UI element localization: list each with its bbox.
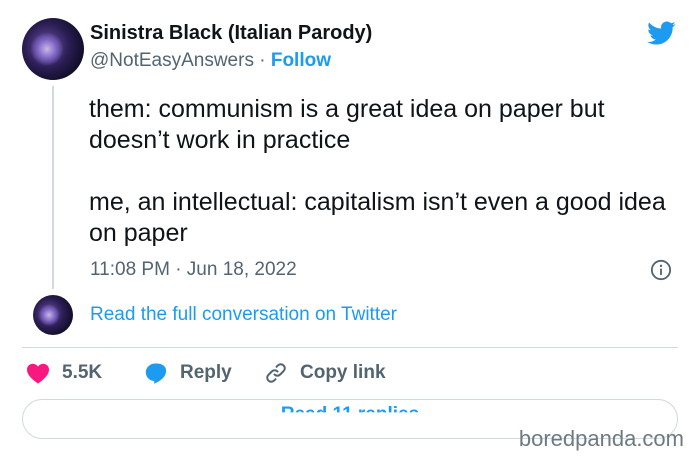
info-icon[interactable] [650, 259, 672, 281]
tweet-timestamp[interactable]: 11:08 PM · Jun 18, 2022 [90, 259, 297, 281]
link-icon [266, 363, 286, 383]
read-conversation-link[interactable]: Read the full conversation on Twitter [90, 304, 397, 326]
tweet-paragraph: them: communism is a great idea on paper… [89, 95, 605, 154]
divider [22, 347, 678, 348]
reply-label: Reply [180, 362, 232, 383]
watermark: boredpanda.com [518, 426, 684, 451]
reply-bubble-icon [145, 363, 167, 384]
author-handle-row: @NotEasyAnswers · Follow [90, 50, 331, 72]
conversation-avatar [33, 295, 73, 335]
author-display-name[interactable]: Sinistra Black (Italian Parody) [90, 22, 372, 45]
thread-line [52, 86, 54, 289]
copy-link-button[interactable]: Copy link [264, 360, 386, 386]
read-replies-label: Read 11 replies [280, 404, 420, 425]
author-handle[interactable]: @NotEasyAnswers [90, 50, 254, 71]
twitter-bird-icon[interactable] [644, 18, 678, 48]
copy-link-label: Copy link [300, 362, 386, 383]
follow-button[interactable]: Follow [271, 50, 331, 71]
avatar-face [30, 32, 64, 66]
like-count: 5.5K [62, 362, 103, 383]
heart-icon [27, 363, 49, 384]
tweet-text: them: communism is a great idea on paper… [89, 94, 669, 249]
like-button[interactable]: 5.5K [26, 360, 102, 386]
avatar-face [38, 304, 60, 326]
handle-separator: · [259, 50, 266, 71]
reply-button[interactable]: Reply [144, 360, 232, 386]
author-avatar[interactable] [22, 18, 84, 80]
tweet-paragraph: me, an intellectual: capitalism isn’t ev… [89, 188, 666, 247]
